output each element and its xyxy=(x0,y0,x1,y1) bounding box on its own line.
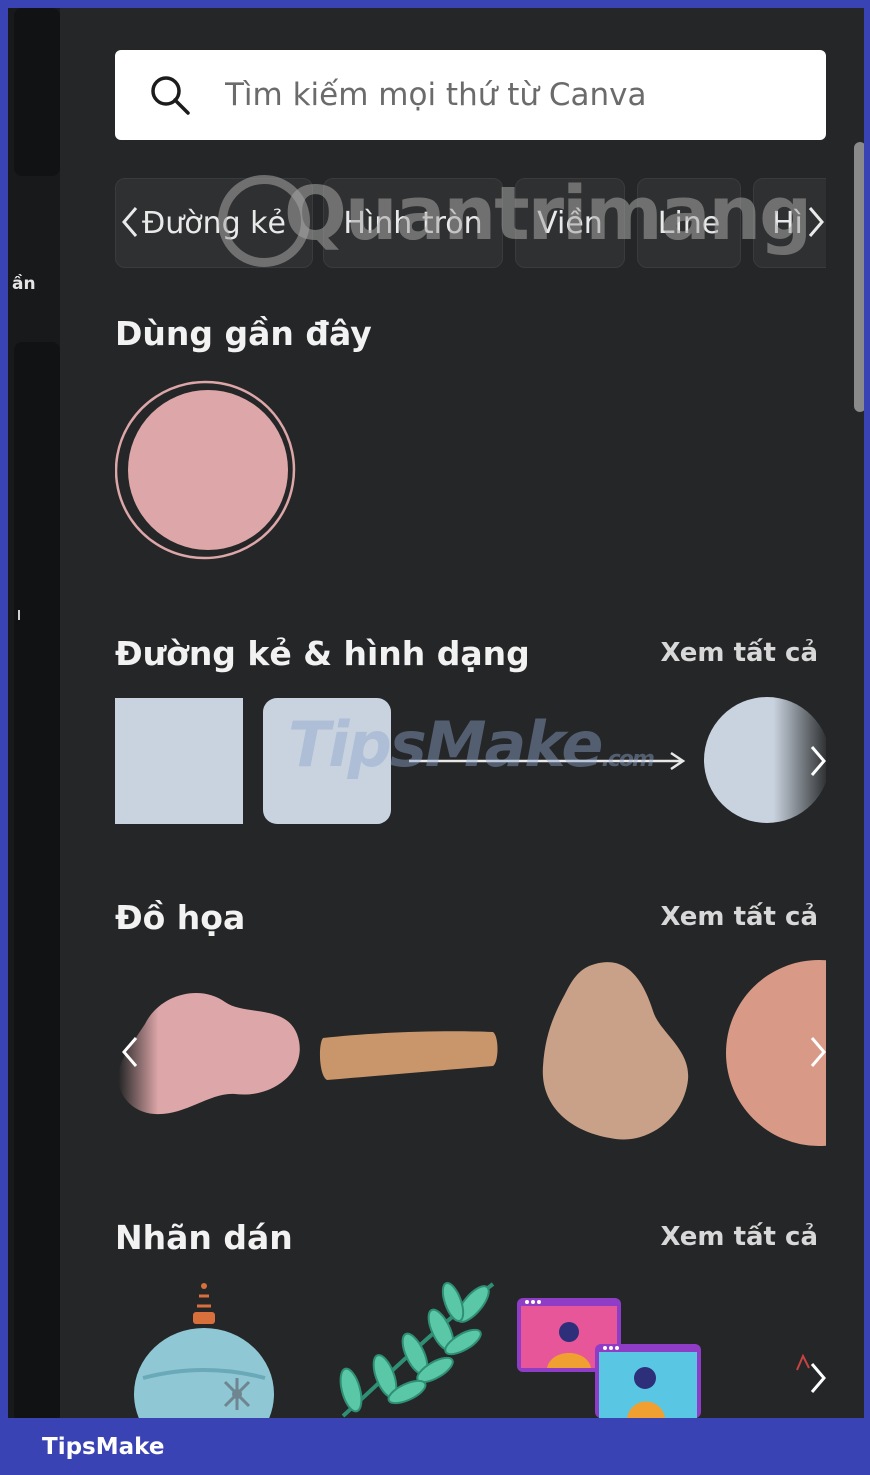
sidebar-marker xyxy=(18,610,20,620)
lines-shapes-row xyxy=(115,696,826,826)
category-chips: Đường kẻ Hình tròn Viền Line Hì xyxy=(115,176,826,270)
see-all-graphics[interactable]: Xem tất cả xyxy=(660,902,818,932)
chip-label: Đường kẻ xyxy=(141,205,287,241)
chevron-left-icon[interactable] xyxy=(115,1032,145,1072)
beige-blob-graphic[interactable] xyxy=(535,956,695,1148)
square-shape[interactable] xyxy=(115,698,243,824)
pink-circle-thumbnail[interactable] xyxy=(115,374,305,564)
chip-hinh-tron[interactable]: Hình tròn xyxy=(323,178,503,268)
sidebar-tile[interactable] xyxy=(14,8,60,176)
section-title-stickers: Nhãn dán xyxy=(115,1218,293,1257)
chip-label: Line xyxy=(657,205,721,241)
search-input[interactable] xyxy=(225,77,785,113)
chip-label: Hình tròn xyxy=(343,205,483,241)
rounded-square-shape[interactable] xyxy=(263,698,391,824)
see-all-stickers[interactable]: Xem tất cả xyxy=(660,1222,818,1252)
video-call-sticker[interactable] xyxy=(515,1296,705,1418)
chevron-left-icon[interactable] xyxy=(115,204,145,240)
scrollbar-thumb[interactable] xyxy=(854,142,864,412)
chip-label: Viền xyxy=(537,205,603,241)
brush-stroke-graphic[interactable] xyxy=(315,1026,501,1084)
chip-vien[interactable]: Viền xyxy=(515,178,625,268)
editor-panel: ần Đường kẻ Hình tròn Viền Line Hì Quant… xyxy=(8,8,864,1418)
search-icon xyxy=(115,50,225,140)
graphics-row xyxy=(115,956,826,1148)
leaf-branch-sticker[interactable] xyxy=(323,1280,503,1418)
sidebar-partial-label: ần xyxy=(12,274,36,294)
chip-line[interactable]: Line xyxy=(637,178,741,268)
chevron-right-icon[interactable] xyxy=(803,1032,833,1072)
chevron-right-icon[interactable] xyxy=(803,741,833,781)
see-all-lines-shapes[interactable]: Xem tất cả xyxy=(660,638,818,668)
chip-label: Hì xyxy=(772,205,803,241)
search-bar[interactable] xyxy=(115,50,826,140)
stickers-row xyxy=(115,1276,826,1418)
section-title-recent: Dùng gần đây xyxy=(115,314,372,353)
recent-row xyxy=(115,374,826,564)
footer-bar: TipsMake xyxy=(0,1418,870,1475)
chevron-right-icon[interactable] xyxy=(803,1358,833,1398)
arrow-line-shape[interactable] xyxy=(409,746,689,776)
section-title-lines-shapes: Đường kẻ & hình dạng xyxy=(115,634,530,673)
sidebar-tile[interactable] xyxy=(14,342,60,1418)
chevron-right-icon[interactable] xyxy=(801,204,826,240)
left-sidebar: ần xyxy=(8,8,60,1418)
footer-brand: TipsMake xyxy=(42,1434,165,1460)
ornament-sticker[interactable] xyxy=(129,1282,279,1418)
section-title-graphics: Đồ họa xyxy=(115,898,246,937)
